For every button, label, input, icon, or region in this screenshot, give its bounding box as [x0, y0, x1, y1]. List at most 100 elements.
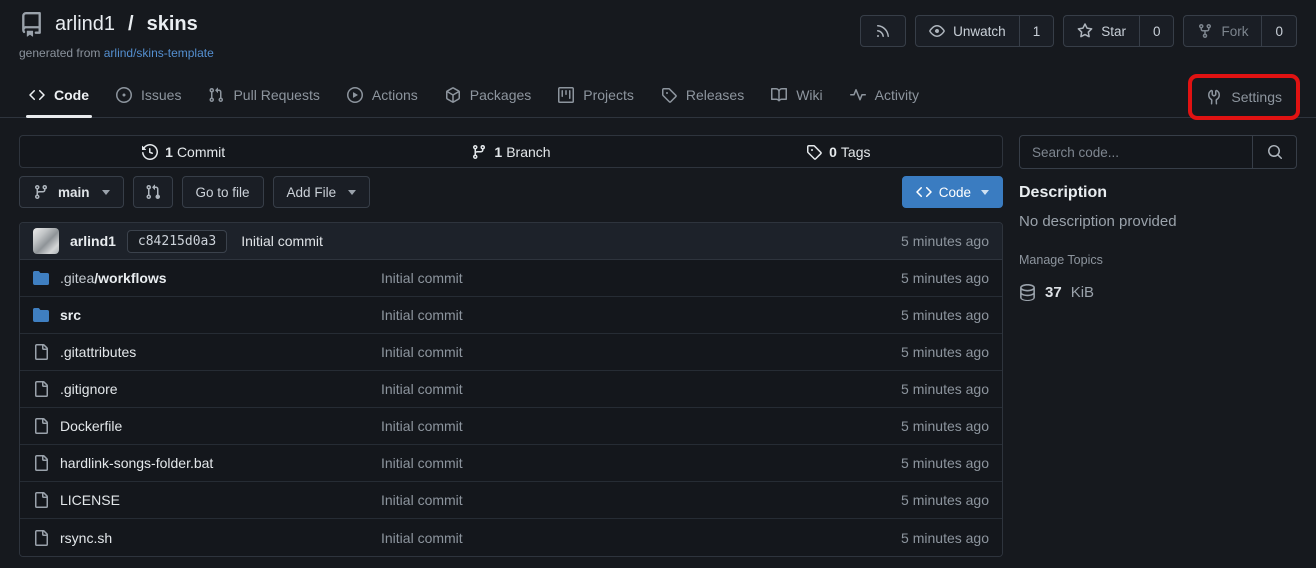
file-icon: [33, 530, 49, 546]
file-table: arlind1 c84215d0a3 Initial commit 5 minu…: [19, 222, 1003, 557]
code-search-box: [1019, 135, 1297, 169]
star-label: Star: [1101, 24, 1126, 39]
table-row: .gitea/workflows Initial commit 5 minute…: [20, 260, 1002, 297]
tab-activity[interactable]: Activity: [840, 73, 929, 117]
add-file-label: Add File: [287, 185, 337, 200]
rss-feed-button[interactable]: [860, 15, 906, 47]
file-commit-message[interactable]: Initial commit: [381, 307, 901, 323]
branch-icon: [471, 144, 487, 160]
tab-projects-label: Projects: [583, 87, 634, 103]
repo-title-separator: /: [128, 13, 134, 36]
chevron-down-icon: [348, 190, 356, 195]
file-age: 5 minutes ago: [901, 455, 989, 471]
star-button[interactable]: Star: [1064, 16, 1139, 46]
repo-toolbar: main Go to file Add File Code: [19, 176, 1003, 208]
repo-action-buttons: Unwatch 1 Star 0 Fork 0: [860, 12, 1297, 60]
branches-stat[interactable]: 1 Branch: [347, 136, 674, 167]
current-branch-name: main: [58, 185, 90, 200]
commits-stat[interactable]: 1 Commit: [20, 136, 347, 167]
dir-link[interactable]: src: [33, 307, 381, 323]
forks-count[interactable]: 0: [1261, 16, 1296, 46]
stars-count[interactable]: 0: [1139, 16, 1174, 46]
file-link[interactable]: hardlink-songs-folder.bat: [33, 455, 381, 471]
folder-icon: [33, 307, 49, 323]
description-text: No description provided: [1019, 213, 1297, 230]
repo-owner-link[interactable]: arlind1: [55, 13, 115, 36]
tab-issues[interactable]: Issues: [106, 73, 191, 117]
watchers-count[interactable]: 1: [1019, 16, 1054, 46]
search-button[interactable]: [1252, 136, 1296, 168]
tab-pull-requests-label: Pull Requests: [233, 87, 319, 103]
commits-count: 1: [165, 144, 173, 160]
file-name: Dockerfile: [60, 418, 122, 434]
avatar[interactable]: [33, 228, 59, 254]
file-link[interactable]: Dockerfile: [33, 418, 381, 434]
fork-icon: [1197, 23, 1213, 39]
file-link[interactable]: .gitattributes: [33, 344, 381, 360]
repo-size: 37 KiB: [1019, 284, 1297, 301]
code-icon: [916, 184, 932, 200]
eye-icon: [929, 23, 945, 39]
tab-releases-label: Releases: [686, 87, 744, 103]
database-icon: [1019, 284, 1036, 301]
repo-icon: [19, 12, 44, 37]
tab-wiki[interactable]: Wiki: [761, 73, 832, 117]
tab-settings[interactable]: Settings: [1188, 74, 1300, 120]
unwatch-button[interactable]: Unwatch: [916, 16, 1019, 46]
latest-commit-row: arlind1 c84215d0a3 Initial commit 5 minu…: [20, 223, 1002, 260]
search-input[interactable]: [1020, 136, 1252, 168]
file-link[interactable]: rsync.sh: [33, 530, 381, 546]
file-commit-message[interactable]: Initial commit: [381, 418, 901, 434]
code-download-button[interactable]: Code: [902, 176, 1003, 208]
generated-from: generated from arlind/skins-template: [19, 46, 214, 60]
tab-code[interactable]: Code: [19, 73, 99, 117]
file-link[interactable]: LICENSE: [33, 492, 381, 508]
file-commit-message[interactable]: Initial commit: [381, 492, 901, 508]
tags-stat[interactable]: 0 Tags: [675, 136, 1002, 167]
tab-projects[interactable]: Projects: [548, 73, 644, 117]
commit-hash-link[interactable]: c84215d0a3: [127, 230, 227, 253]
repo-name-link[interactable]: skins: [147, 13, 198, 36]
template-repo-link[interactable]: arlind/skins-template: [104, 46, 214, 60]
file-commit-message[interactable]: Initial commit: [381, 455, 901, 471]
repo-header: arlind1 / skins generated from arlind/sk…: [0, 0, 1316, 60]
file-commit-message[interactable]: Initial commit: [381, 270, 901, 286]
tab-pull-requests[interactable]: Pull Requests: [198, 73, 329, 117]
add-file-button[interactable]: Add File: [273, 176, 371, 208]
repo-size-value: 37: [1045, 284, 1062, 301]
table-row: hardlink-songs-folder.bat Initial commit…: [20, 445, 1002, 482]
file-link[interactable]: .gitignore: [33, 381, 381, 397]
go-to-file-button[interactable]: Go to file: [182, 176, 264, 208]
tab-actions[interactable]: Actions: [337, 73, 428, 117]
dir-link[interactable]: .gitea/workflows: [33, 270, 381, 286]
file-icon: [33, 418, 49, 434]
tab-actions-label: Actions: [372, 87, 418, 103]
pulse-icon: [850, 87, 866, 103]
commit-author-link[interactable]: arlind1: [70, 233, 116, 249]
file-age: 5 minutes ago: [901, 270, 989, 286]
file-icon: [33, 455, 49, 471]
tab-packages[interactable]: Packages: [435, 73, 541, 117]
fork-button[interactable]: Fork: [1184, 16, 1261, 46]
book-icon: [771, 87, 787, 103]
compare-button[interactable]: [133, 176, 173, 208]
commit-message-link[interactable]: Initial commit: [241, 233, 323, 249]
star-button-group: Star 0: [1063, 15, 1174, 47]
file-commit-message[interactable]: Initial commit: [381, 344, 901, 360]
file-commit-message[interactable]: Initial commit: [381, 530, 901, 546]
file-age: 5 minutes ago: [901, 307, 989, 323]
tag-icon: [806, 144, 822, 160]
manage-topics-link[interactable]: Manage Topics: [1019, 253, 1297, 267]
code-icon: [29, 87, 45, 103]
branch-selector[interactable]: main: [19, 176, 124, 208]
package-icon: [445, 87, 461, 103]
file-commit-message[interactable]: Initial commit: [381, 381, 901, 397]
tab-releases[interactable]: Releases: [651, 73, 754, 117]
tab-settings-label: Settings: [1231, 89, 1282, 105]
unwatch-label: Unwatch: [953, 24, 1006, 39]
search-icon: [1267, 144, 1283, 160]
file-name: hardlink-songs-folder.bat: [60, 455, 213, 471]
repo-content: 1 Commit 1 Branch 0 Tags main: [0, 118, 1316, 557]
git-compare-icon: [145, 184, 161, 200]
dir-name: /workflows: [94, 270, 166, 286]
